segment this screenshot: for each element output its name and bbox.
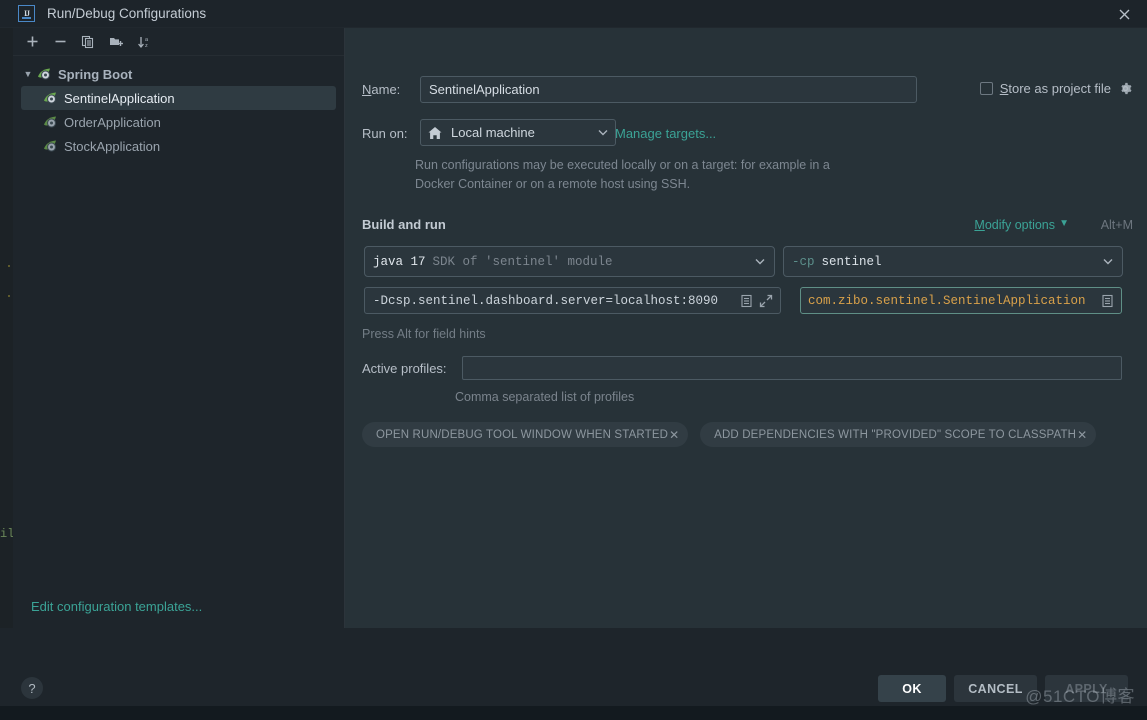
sort-alphabetically-icon[interactable]: a z — [131, 30, 157, 54]
configurations-toolbar: a z — [13, 28, 344, 56]
run-debug-configurations-dialog: il IJ Run/Debug Configurations a z ▼ Spr… — [0, 0, 1147, 720]
active-profiles-label: Active profiles: — [362, 361, 447, 376]
chevron-down-icon[interactable]: ▼ — [21, 67, 35, 81]
sidebar-item-label: OrderApplication — [64, 114, 161, 130]
plus-icon[interactable] — [19, 30, 45, 54]
tree-group-spring-boot[interactable]: ▼ Spring Boot — [13, 62, 344, 86]
jdk-description: SDK of 'sentinel' module — [432, 254, 613, 269]
classpath-value: sentinel — [821, 254, 882, 269]
close-icon[interactable]: ✕ — [669, 428, 679, 442]
background-artifact — [8, 295, 10, 297]
sidebar-item-sentinelapplication[interactable]: SentinelApplication — [21, 86, 336, 110]
chip-add-provided-dependencies[interactable]: ADD DEPENDENCIES WITH "PROVIDED" SCOPE T… — [700, 422, 1097, 447]
chip-label: ADD DEPENDENCIES WITH "PROVIDED" SCOPE T… — [714, 428, 1077, 441]
expand-icon[interactable] — [756, 291, 776, 311]
help-button[interactable]: ? — [21, 677, 43, 699]
svg-text:z: z — [145, 43, 148, 49]
build-and-run-fields: java 17 SDK of 'sentinel' module -cp sen… — [345, 56, 1147, 316]
configurations-panel: a z ▼ Spring Boot SentinelApplication Or… — [13, 28, 344, 628]
sidebar-item-stockapplication[interactable]: StockApplication — [13, 134, 344, 158]
spring-boot-icon — [44, 140, 57, 152]
spring-boot-icon — [44, 92, 57, 104]
background-artifact — [8, 265, 10, 267]
field-hint-text: Press Alt for field hints — [362, 327, 486, 341]
chevron-down-icon — [754, 256, 766, 268]
intellij-idea-logo-icon: IJ — [18, 5, 35, 22]
cancel-button[interactable]: CANCEL — [954, 675, 1037, 702]
main-class-field[interactable]: com.zibo.sentinel.SentinelApplication — [800, 287, 1122, 314]
new-folder-icon[interactable] — [103, 30, 129, 54]
spring-boot-icon — [44, 116, 57, 128]
window-title: Run/Debug Configurations — [47, 6, 207, 21]
list-icon[interactable] — [736, 291, 756, 311]
jdk-dropdown[interactable]: java 17 SDK of 'sentinel' module — [364, 246, 775, 277]
chevron-down-icon — [1102, 256, 1114, 268]
close-icon[interactable] — [1101, 0, 1147, 28]
close-icon[interactable]: ✕ — [1077, 428, 1087, 442]
apply-button: APPLY — [1045, 675, 1128, 702]
chip-open-run-debug-tool-window[interactable]: OPEN RUN/DEBUG TOOL WINDOW WHEN STARTED … — [362, 422, 689, 447]
sidebar-item-label: SentinelApplication — [64, 90, 175, 106]
sidebar-item-label: StockApplication — [64, 138, 161, 154]
tree-group-label: Spring Boot — [58, 66, 133, 82]
vm-options-value: -Dcsp.sentinel.dashboard.server=localhos… — [373, 293, 719, 308]
vm-options-field[interactable]: -Dcsp.sentinel.dashboard.server=localhos… — [364, 287, 781, 314]
classpath-flag: -cp — [792, 254, 815, 269]
list-icon[interactable] — [1097, 291, 1117, 311]
edit-configuration-templates-link[interactable]: Edit configuration templates... — [31, 599, 202, 614]
configuration-editor-panel: Name: Store as project file Run on: Loca… — [345, 28, 1147, 628]
main-class-value: com.zibo.sentinel.SentinelApplication — [808, 293, 1086, 308]
copy-icon[interactable] — [75, 30, 101, 54]
title-bar: IJ Run/Debug Configurations — [0, 0, 1147, 28]
classpath-dropdown[interactable]: -cp sentinel — [783, 246, 1123, 277]
active-profiles-input[interactable] — [462, 356, 1122, 380]
spring-boot-icon — [38, 68, 51, 80]
taskbar-strip — [0, 706, 1147, 720]
chip-label: OPEN RUN/DEBUG TOOL WINDOW WHEN STARTED — [376, 428, 669, 441]
configurations-footer: Edit configuration templates... — [13, 584, 344, 628]
jdk-value: java 17 — [373, 254, 426, 269]
ok-button[interactable]: OK — [878, 675, 946, 702]
sidebar-item-orderapplication[interactable]: OrderApplication — [13, 110, 344, 134]
minus-icon[interactable] — [47, 30, 73, 54]
option-chips: OPEN RUN/DEBUG TOOL WINDOW WHEN STARTED … — [362, 422, 1097, 447]
active-profiles-hint: Comma separated list of profiles — [455, 390, 635, 404]
configurations-tree: ▼ Spring Boot SentinelApplication OrderA… — [13, 56, 344, 158]
